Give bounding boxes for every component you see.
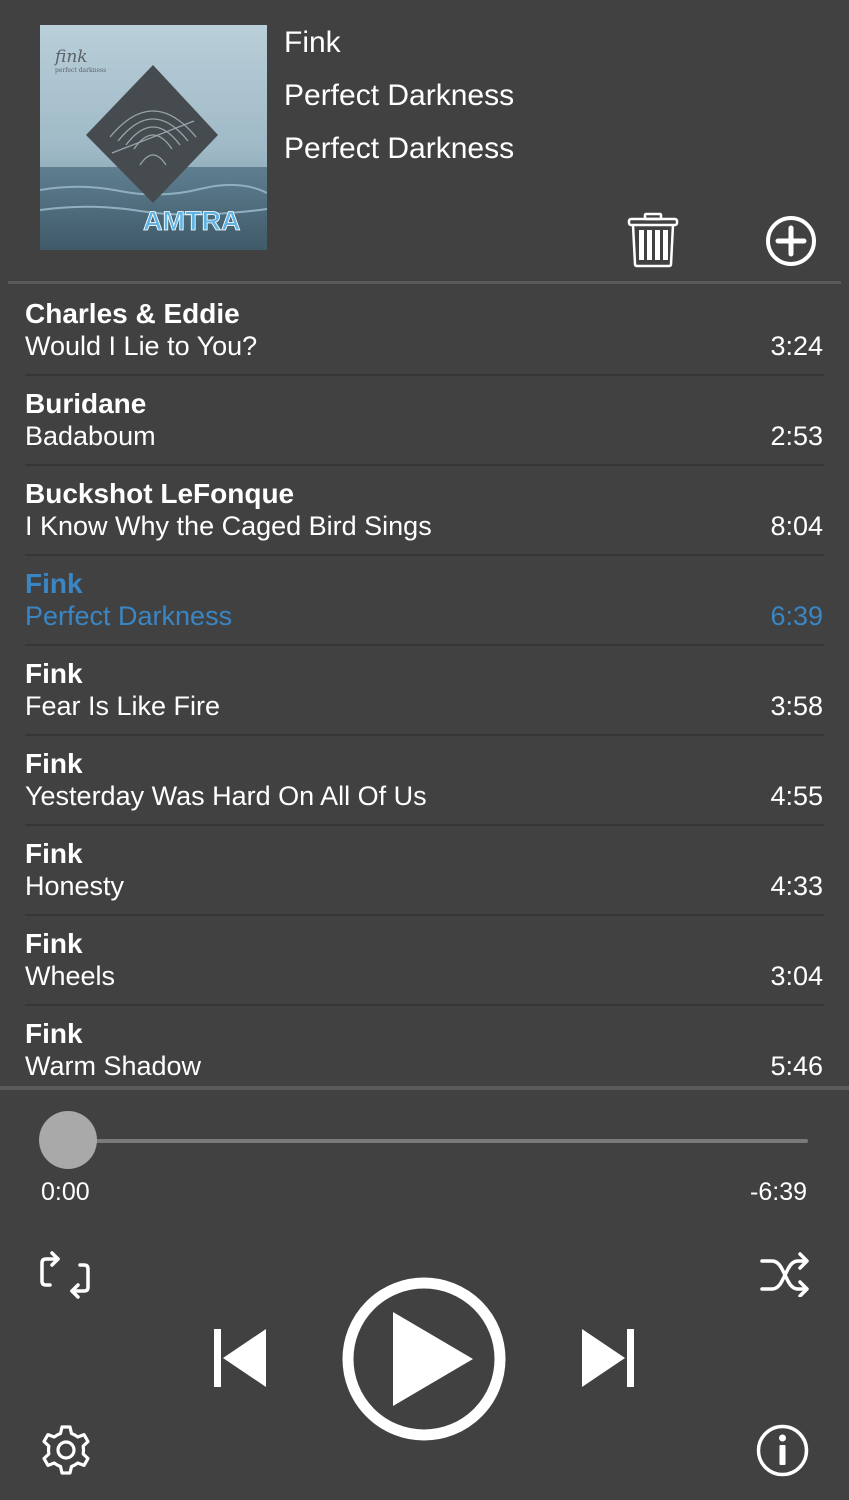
track-row-active[interactable]: Fink Perfect Darkness 6:39	[0, 556, 849, 646]
track-duration: 3:04	[770, 961, 823, 991]
now-playing-title: Perfect Darkness	[284, 79, 515, 112]
track-duration: 3:24	[770, 331, 823, 361]
track-title: Fear Is Like Fire	[25, 691, 221, 721]
info-button[interactable]	[755, 1423, 810, 1478]
album-art: fink perfect darkness AMTRA	[40, 25, 267, 250]
gear-icon	[42, 1425, 90, 1475]
track-title: Yesterday Was Hard On All Of Us	[25, 781, 427, 811]
album-art-watermark: AMTRA	[143, 206, 240, 236]
track-row[interactable]: Fink Warm Shadow 5:46	[0, 1006, 849, 1086]
album-art-band-mark: fink	[53, 47, 88, 67]
next-button[interactable]	[580, 1327, 636, 1389]
track-row[interactable]: Fink Honesty 4:33	[0, 826, 849, 916]
progress-slider[interactable]	[66, 1139, 808, 1143]
track-duration: 2:53	[770, 421, 823, 451]
trash-icon	[627, 212, 679, 268]
repeat-icon	[40, 1251, 90, 1299]
now-playing-album: Perfect Darkness	[284, 132, 515, 165]
track-title: Wheels	[25, 961, 116, 991]
track-artist: Fink	[25, 658, 83, 689]
track-title: I Know Why the Caged Bird Sings	[25, 511, 432, 541]
track-row[interactable]: Charles & Eddie Would I Lie to You? 3:24	[0, 286, 849, 376]
track-duration: 4:55	[770, 781, 823, 811]
track-list: Charles & Eddie Would I Lie to You? 3:24…	[0, 286, 849, 1086]
track-artist: Buridane	[25, 388, 147, 419]
track-duration: 6:39	[770, 601, 823, 631]
track-duration: 4:33	[770, 871, 823, 901]
plus-circle-icon	[766, 216, 816, 266]
track-artist: Fink	[25, 928, 83, 959]
shuffle-icon	[760, 1252, 809, 1298]
track-artist: Buckshot LeFonque	[25, 478, 295, 509]
track-title: Honesty	[25, 871, 125, 901]
header-divider	[8, 281, 841, 284]
play-circle-icon	[342, 1277, 506, 1441]
play-button[interactable]	[341, 1276, 507, 1442]
track-row[interactable]: Buckshot LeFonque I Know Why the Caged B…	[0, 466, 849, 556]
settings-button[interactable]	[40, 1424, 92, 1476]
delete-button[interactable]	[627, 212, 679, 268]
track-artist: Fink	[25, 1018, 83, 1049]
now-playing-header: fink perfect darkness AMTRA Fink Perfect…	[0, 0, 849, 285]
track-row[interactable]: Buridane Badaboum 2:53	[0, 376, 849, 466]
skip-forward-icon	[582, 1329, 634, 1387]
track-artist: Fink	[25, 748, 83, 779]
track-artist: Charles & Eddie	[25, 298, 240, 329]
track-title: Would I Lie to You?	[25, 331, 258, 361]
track-row[interactable]: Fink Wheels 3:04	[0, 916, 849, 1006]
info-icon	[756, 1424, 809, 1477]
elapsed-time: 0:00	[41, 1178, 90, 1206]
now-playing-artist: Fink	[284, 26, 341, 59]
album-art-caption: perfect darkness	[55, 67, 106, 74]
track-title: Perfect Darkness	[25, 601, 233, 631]
remaining-time: -6:39	[750, 1178, 807, 1206]
track-artist: Fink	[25, 838, 83, 869]
track-row[interactable]: Fink Fear Is Like Fire 3:58	[0, 646, 849, 736]
repeat-button[interactable]	[38, 1251, 92, 1299]
track-duration: 8:04	[770, 511, 823, 541]
track-artist: Fink	[25, 568, 83, 599]
skip-back-icon	[214, 1329, 266, 1387]
track-title: Warm Shadow	[25, 1051, 202, 1081]
add-button[interactable]	[764, 214, 818, 268]
track-duration: 3:58	[770, 691, 823, 721]
progress-thumb[interactable]	[39, 1111, 97, 1169]
list-divider	[0, 1086, 849, 1090]
previous-button[interactable]	[212, 1327, 268, 1389]
track-row[interactable]: Fink Yesterday Was Hard On All Of Us 4:5…	[0, 736, 849, 826]
track-duration: 5:46	[770, 1051, 823, 1081]
shuffle-button[interactable]	[760, 1251, 810, 1298]
track-title: Badaboum	[25, 421, 156, 451]
